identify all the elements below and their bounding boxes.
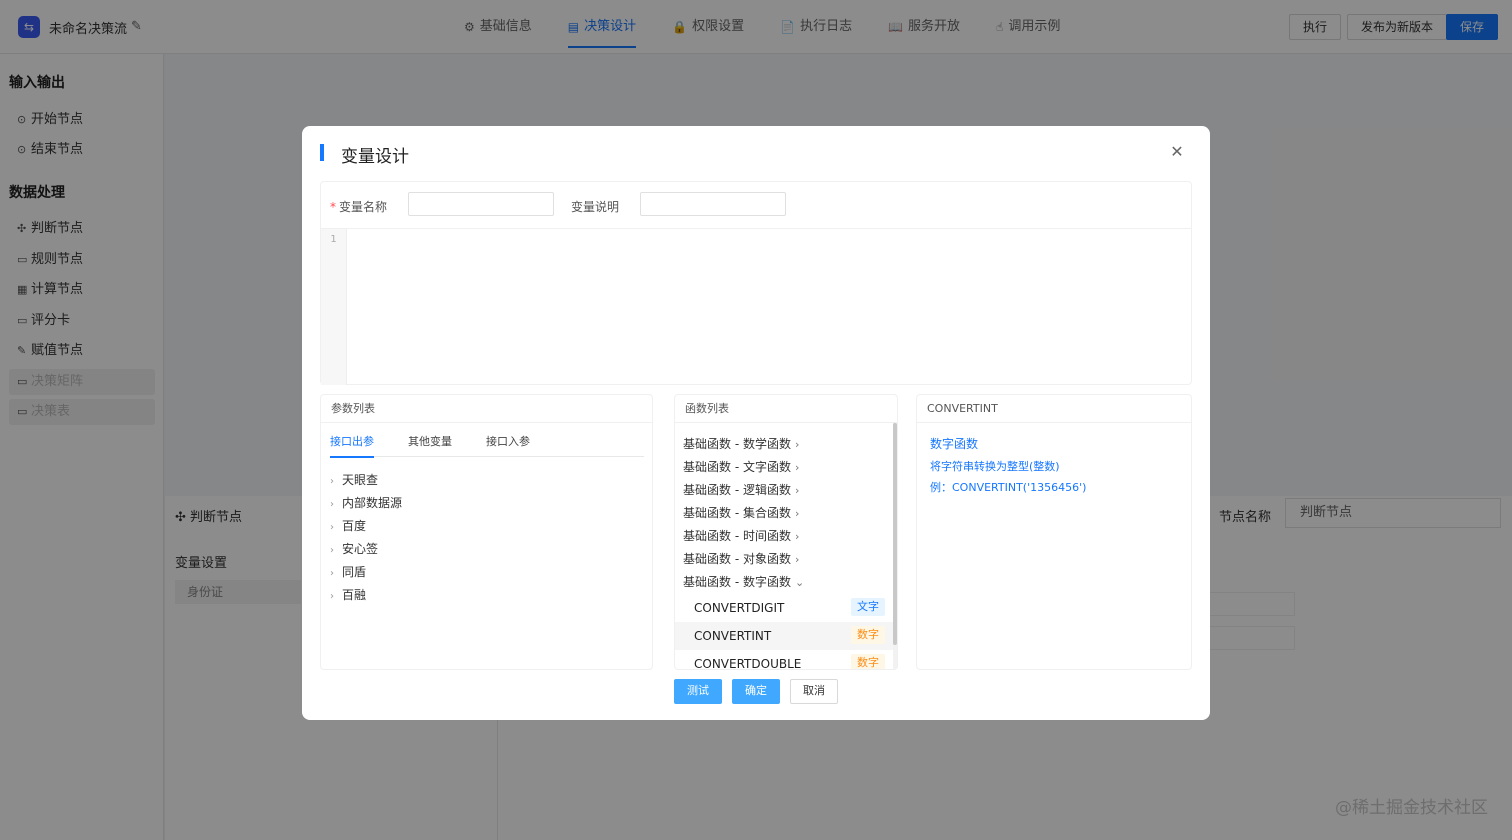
chevron-down-icon: ⌄ xyxy=(794,576,805,589)
tree-node-tianyancha[interactable]: › 天眼查 xyxy=(330,471,378,488)
tree-node-internal-datasource[interactable]: › 内部数据源 xyxy=(330,494,402,511)
chevron-right-icon: › xyxy=(330,522,334,533)
function-detail-panel: CONVERTINT 数字函数 将字符串转换为整型(整数) 例：CONVERTI… xyxy=(916,394,1192,670)
function-list[interactable]: 基础函数 - 数学函数 › 基础函数 - 文字函数 › 基础函数 - 逻辑函数 › 基… xyxy=(675,423,893,669)
variable-design-modal: 变量设计 ✕ * 变量名称 变量说明 1 参数列表 接口出参 其他变量 接口入参 … xyxy=(302,126,1210,720)
chevron-right-icon: › xyxy=(330,568,334,579)
fn-group-logic[interactable]: 基础函数 - 逻辑函数 › xyxy=(683,481,799,498)
fn-group-math[interactable]: 基础函数 - 数学函数 › xyxy=(683,435,799,452)
var-name-input[interactable] xyxy=(408,192,554,216)
function-list-header: 函数列表 xyxy=(675,395,897,423)
chevron-right-icon: › xyxy=(794,507,800,520)
type-badge: 文字 xyxy=(851,598,885,616)
fn-group-object[interactable]: 基础函数 - 对象函数 › xyxy=(683,550,799,567)
chevron-right-icon: › xyxy=(330,545,334,556)
function-example: 例：CONVERTINT('1356456') xyxy=(930,481,1087,494)
variable-form: * 变量名称 变量说明 1 xyxy=(320,181,1192,385)
scroll-thumb[interactable] xyxy=(893,423,897,645)
param-tabs: 接口出参 其他变量 接口入参 xyxy=(330,431,644,458)
chevron-right-icon: › xyxy=(794,553,800,566)
title-accent-bar xyxy=(320,144,324,161)
var-desc-input[interactable] xyxy=(640,192,786,216)
chevron-right-icon: › xyxy=(794,484,800,497)
fn-group-number[interactable]: 基础函数 - 数字函数 ⌄ xyxy=(683,573,804,590)
param-list-header: 参数列表 xyxy=(321,395,652,423)
chevron-right-icon: › xyxy=(794,461,800,474)
fn-item-convertdigit[interactable]: CONVERTDIGIT 文字 xyxy=(675,594,893,622)
fn-group-text[interactable]: 基础函数 - 文字函数 › xyxy=(683,458,799,475)
function-detail-header: CONVERTINT xyxy=(917,395,1191,423)
chevron-right-icon: › xyxy=(330,476,334,487)
tree-node-bairong[interactable]: › 百融 xyxy=(330,586,366,603)
cancel-button[interactable]: 取消 xyxy=(790,679,838,704)
required-mark: * xyxy=(330,200,336,214)
function-list-scrollbar[interactable] xyxy=(893,423,897,669)
fn-group-time[interactable]: 基础函数 - 时间函数 › xyxy=(683,527,799,544)
confirm-button[interactable]: 确定 xyxy=(732,679,780,704)
function-description: 将字符串转换为整型(整数) xyxy=(930,460,1060,473)
chevron-right-icon: › xyxy=(330,591,334,602)
tab-other-variables[interactable]: 其他变量 xyxy=(408,431,452,457)
code-editor[interactable]: 1 xyxy=(321,228,1191,385)
line-number-gutter: 1 xyxy=(321,229,347,385)
tree-node-baidu[interactable]: › 百度 xyxy=(330,517,366,534)
chevron-right-icon: › xyxy=(794,438,800,451)
var-desc-label: 变量说明 xyxy=(571,200,620,214)
var-name-label: * 变量名称 xyxy=(330,200,388,214)
tab-interface-output[interactable]: 接口出参 xyxy=(330,431,374,458)
chevron-right-icon: › xyxy=(794,530,800,543)
modal-title: 变量设计 xyxy=(341,147,409,167)
function-list-panel: 函数列表 基础函数 - 数学函数 › 基础函数 - 文字函数 › 基础函数 - 逻辑… xyxy=(674,394,898,670)
type-badge: 数字 xyxy=(851,626,885,644)
test-button[interactable]: 测试 xyxy=(674,679,722,704)
close-icon[interactable]: ✕ xyxy=(1168,142,1186,161)
tree-node-anxinqian[interactable]: › 安心签 xyxy=(330,540,378,557)
type-badge: 数字 xyxy=(851,654,885,669)
chevron-right-icon: › xyxy=(330,499,334,510)
fn-item-convertdouble[interactable]: CONVERTDOUBLE 数字 xyxy=(675,650,893,669)
tree-node-tongdun[interactable]: › 同盾 xyxy=(330,563,366,580)
param-list-panel: 参数列表 接口出参 其他变量 接口入参 › 天眼查 › 内部数据源 › 百度 › 安心签… xyxy=(320,394,653,670)
tab-interface-input[interactable]: 接口入参 xyxy=(486,431,530,457)
fn-item-convertint[interactable]: CONVERTINT 数字 xyxy=(675,622,893,650)
function-category: 数字函数 xyxy=(930,437,979,451)
fn-group-collection[interactable]: 基础函数 - 集合函数 › xyxy=(683,504,799,521)
